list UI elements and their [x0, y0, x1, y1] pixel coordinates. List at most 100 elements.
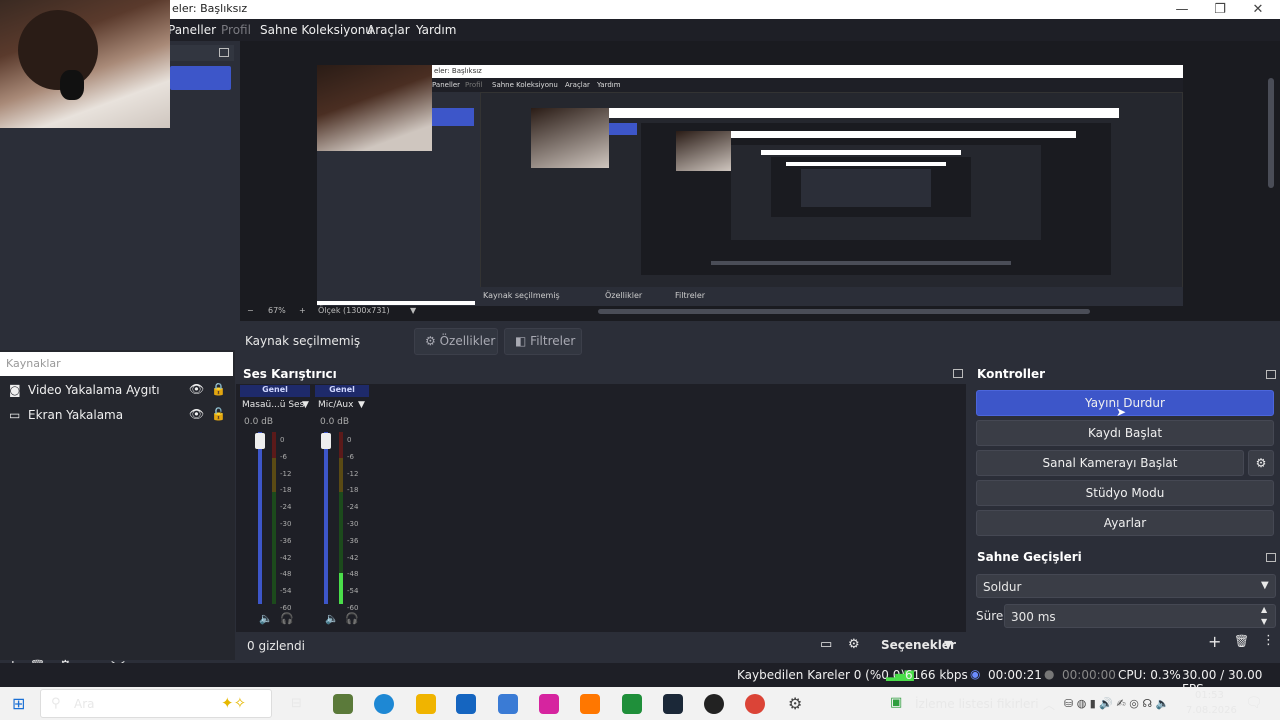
task-view-icon[interactable]: ⊟	[291, 696, 302, 711]
tray-chevron-icon[interactable]: ︿	[1043, 696, 1055, 713]
scale-tick: -48	[280, 570, 292, 579]
scale-tick: -6	[347, 452, 354, 461]
meter-scale: 0 -6 -12 -18 -24 -30 -36 -42 -48 -54 -60	[280, 432, 291, 617]
menu-tools[interactable]: Araçlar	[367, 23, 410, 37]
soundcloud-icon[interactable]	[580, 694, 600, 714]
minimize-button[interactable]: —	[1162, 1, 1202, 18]
volume-slider-handle[interactable]	[321, 433, 331, 449]
chevron-down-icon[interactable]: ▼	[358, 400, 365, 410]
volume-slider-track[interactable]	[324, 432, 328, 604]
nested-menu-scene: Sahne Koleksiyonu	[492, 81, 558, 89]
lock-icon[interactable]: 🔒	[211, 382, 226, 396]
minecraft-icon[interactable]	[333, 694, 353, 714]
title-bar: eler: Başlıksız — ❐ ✕	[0, 0, 1280, 19]
scale-tick: -12	[280, 469, 292, 478]
chevron-down-icon[interactable]: ▼	[302, 400, 309, 410]
clock-date: 7.08.2026	[1186, 705, 1237, 716]
stream-icon: ◉	[970, 667, 981, 681]
chevron-down-icon[interactable]: ▼	[944, 638, 952, 651]
vcam-settings-button[interactable]: ⚙	[1248, 450, 1274, 476]
duration-stepper[interactable]: 300 ms ▲ ▼	[1004, 604, 1276, 628]
widget-icon[interactable]: ▣	[890, 695, 902, 710]
speaker-icon[interactable]: 🔈	[259, 612, 273, 625]
monitor-icon: ▭	[9, 408, 21, 422]
sources-title: Kaynaklar	[6, 357, 61, 370]
notification-icon[interactable]: 🗨	[1245, 695, 1263, 711]
preview-canvas[interactable]: eler: Başlıksız Paneller Profil Sahne Ko…	[317, 65, 1183, 306]
undock-icon[interactable]	[1266, 553, 1276, 562]
duration-label: Süre	[976, 609, 1004, 623]
studio-mode-button[interactable]: Stüdyo Modu	[976, 480, 1274, 506]
taskbar-search[interactable]: ⚲ Ara ✦✧	[40, 689, 272, 718]
maximize-button[interactable]: ❐	[1200, 1, 1240, 18]
chevron-up-icon[interactable]: ▲	[1261, 605, 1267, 614]
chevron-down-icon[interactable]: ▼	[1261, 617, 1267, 626]
settings-icon[interactable]: ⚙	[788, 694, 802, 713]
scale-chevron-icon[interactable]: ▼	[410, 306, 416, 315]
tray-icons[interactable]: ⛁ ◍ ▮ 🔊 ✍ ◎ ☊ 🔈	[1064, 697, 1169, 710]
chrome-icon[interactable]	[745, 694, 765, 714]
start-virtualcam-button[interactable]: Sanal Kamerayı Başlat	[976, 450, 1244, 476]
advanced-audio-icon[interactable]: ⚙	[848, 637, 860, 652]
store-icon[interactable]	[456, 694, 476, 714]
source-item[interactable]: ▭ Ekran Yakalama 👁 🔓	[0, 403, 233, 427]
obs-icon[interactable]	[704, 694, 724, 714]
transition-select[interactable]: Soldur ▼	[976, 574, 1276, 598]
menu-panels[interactable]: Paneller	[168, 23, 216, 37]
start-record-button[interactable]: Kaydı Başlat	[976, 420, 1274, 446]
trash-icon[interactable]: 🗑	[1234, 634, 1249, 648]
undock-icon[interactable]	[1266, 370, 1276, 379]
mixer-title: Ses Karıştırıcı	[243, 367, 337, 381]
undock-icon[interactable]	[219, 48, 229, 57]
source-item[interactable]: ◙ Video Yakalama Aygıtı 👁 🔒	[0, 378, 233, 402]
nested-context-bar: Kaynak seçilmemiş Özellikler Filtreler	[475, 287, 1183, 305]
scale-tick: -24	[280, 503, 292, 512]
volume-slider-handle[interactable]	[255, 433, 265, 449]
nested-title: eler: Başlıksız	[434, 67, 482, 75]
scale-tick: 0	[347, 436, 352, 444]
nested3-webcam	[676, 131, 731, 171]
preview-hscrollbar[interactable]	[598, 309, 1090, 314]
steam-icon[interactable]	[663, 694, 683, 714]
app-icon[interactable]	[622, 694, 642, 714]
mail-icon[interactable]	[498, 694, 518, 714]
speaker-icon[interactable]: 🔈	[325, 612, 339, 625]
undock-icon[interactable]	[953, 369, 963, 378]
unlock-icon[interactable]: 🔓	[211, 407, 226, 421]
volume-slider-track[interactable]	[258, 432, 262, 604]
close-button[interactable]: ✕	[1238, 1, 1278, 18]
properties-button[interactable]: ⚙ Özellikler	[414, 328, 498, 355]
menu-help[interactable]: Yardım	[416, 23, 456, 37]
headphones-icon[interactable]: 🎧	[280, 612, 294, 625]
nested4-preview	[771, 157, 971, 217]
sources-header: Kaynaklar	[0, 352, 233, 376]
eye-icon[interactable]: 👁	[189, 407, 204, 421]
instagram-icon[interactable]	[539, 694, 559, 714]
edge-icon[interactable]	[374, 694, 394, 714]
windows-start-icon[interactable]: ⊞	[12, 694, 25, 713]
news-widget[interactable]: İzleme listesi fikirleri	[915, 697, 1039, 711]
settings-button[interactable]: Ayarlar	[976, 510, 1274, 536]
cpu-usage: CPU: 0.3%	[1118, 668, 1181, 682]
layout-icon[interactable]: ▭	[820, 637, 832, 652]
selected-scene-item[interactable]	[170, 66, 231, 90]
menu-profile[interactable]: Profil	[221, 23, 251, 37]
scale-dropdown[interactable]: Ölçek (1300x731)	[318, 306, 390, 315]
filters-button[interactable]: ◧ Filtreler	[504, 328, 582, 355]
zoom-in-button[interactable]: +	[299, 306, 306, 315]
eye-icon[interactable]: 👁	[189, 382, 204, 396]
preview-vscrollbar[interactable]	[1268, 78, 1274, 188]
search-icon: ⚲	[51, 696, 61, 711]
nested-menu-tools: Araçlar	[565, 81, 590, 89]
file-explorer-icon[interactable]	[416, 694, 436, 714]
chevron-down-icon: ▼	[1261, 580, 1269, 591]
person-head	[18, 10, 98, 90]
nested-menu-panels: Paneller	[432, 81, 461, 89]
zoom-out-button[interactable]: −	[247, 306, 254, 315]
menu-scene-collection[interactable]: Sahne Koleksiyonu	[260, 23, 373, 37]
add-transition-icon[interactable]: +	[1208, 632, 1221, 651]
scale-tick: -36	[280, 536, 292, 545]
headphones-icon[interactable]: 🎧	[345, 612, 359, 625]
more-options-icon[interactable]: ⋮	[1262, 633, 1275, 648]
nested-preview	[480, 92, 1183, 300]
